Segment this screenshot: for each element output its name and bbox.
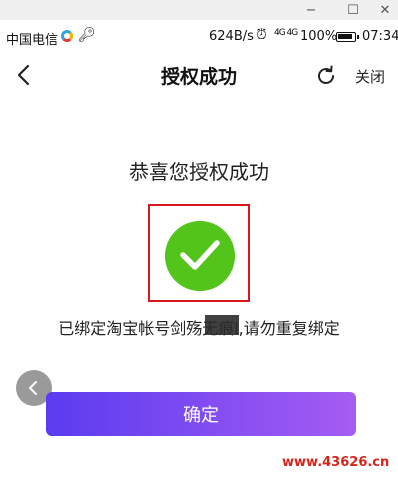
key-icon: 🔑︎: [78, 27, 96, 43]
carrier-label: 中国电信: [6, 33, 59, 48]
window-title-bar: − ☐ ✕: [0, 0, 398, 20]
success-heading: 恭喜您授权成功: [129, 160, 269, 184]
refresh-button[interactable]: [312, 60, 340, 90]
confirm-button-label: 确定: [183, 405, 219, 426]
minimize-icon: −: [305, 2, 317, 18]
minimize-button[interactable]: −: [294, 0, 328, 20]
chevron-left-icon: [29, 381, 37, 395]
close-link[interactable]: 关闭: [355, 66, 385, 87]
window-close-button[interactable]: ✕: [368, 0, 398, 20]
site-watermark: www.43626.cn: [282, 455, 390, 470]
app-header: 授权成功 关闭: [0, 58, 398, 92]
signal-icon: 4G 4G: [274, 28, 298, 38]
battery-icon: [336, 32, 359, 42]
back-button[interactable]: [10, 58, 38, 92]
redaction-mark: [205, 315, 239, 335]
close-icon: ✕: [379, 2, 391, 18]
chevron-left-icon: [17, 64, 30, 86]
maximize-icon: ☐: [347, 2, 359, 18]
bound-account-notice: 已绑定淘宝帐号剑殇无痕l,请勿重复绑定: [58, 319, 340, 338]
refresh-icon: [318, 65, 334, 84]
confirm-button[interactable]: 确定: [46, 392, 356, 436]
app-swirl-icon: [61, 30, 73, 42]
success-badge: [165, 221, 235, 291]
battery-percent: 100%: [300, 29, 338, 44]
maximize-button[interactable]: ☐: [336, 0, 370, 20]
alarm-icon: ⏰︎: [256, 27, 267, 43]
status-bar: 中国电信 🔑︎ 624B/s ⏰︎ 4G 4G 100% 07:34: [0, 26, 398, 48]
checkmark-icon: [180, 240, 220, 270]
network-speed: 624B/s: [209, 29, 254, 44]
clock: 07:34: [362, 29, 398, 44]
